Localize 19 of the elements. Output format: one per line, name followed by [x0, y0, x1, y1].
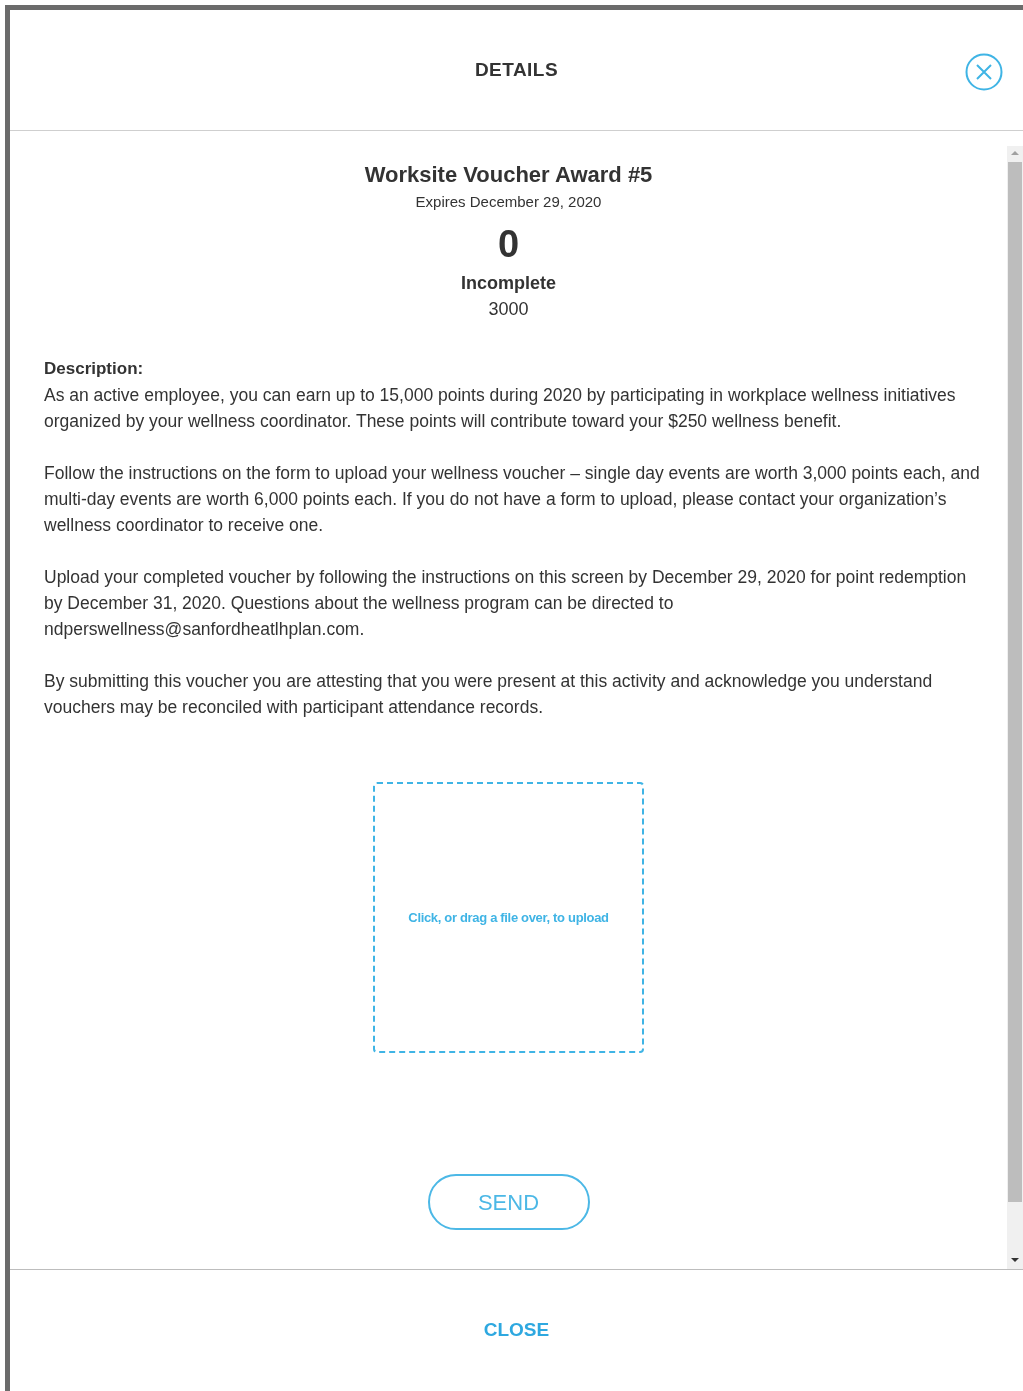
description-paragraph: Upload your completed voucher by following the instructions on this screen by December 29, 2020 for point redemption by December 31, 2020. Questions about the wellness program can be directed to ndperswellness@sanfordheatlhplan.com.	[44, 566, 968, 641]
award-title: Worksite Voucher Award #5	[364, 161, 653, 189]
description-paragraph: Follow the instructions on the form to upload your wellness voucher – single day events are worth 3,000 points each, and multi-day events are worth 6,000 points each. If you do not have a form to upload, please contact your organization’s wellness coordinator to receive one.	[44, 462, 981, 537]
dialog-title: DETAILS	[474, 57, 559, 82]
scroll-up-icon[interactable]	[1010, 148, 1020, 158]
points-value: 0	[497, 222, 520, 267]
scroll-down-icon[interactable]	[1010, 1255, 1020, 1265]
description-paragraph: By submitting this voucher you are attesting that you were present at this activity and acknowledge you understand vouchers may be reconciled with participant attendance records.	[44, 670, 934, 719]
status-label: Incomplete	[461, 272, 556, 295]
description-paragraph: As an active employee, you can earn up to 15,000 points during 2020 by participating in workplace wellness initiatives organized by your wellness coordinator. These points will contribute toward your $250 wellness benefit.	[44, 384, 957, 433]
close-icon	[965, 53, 1003, 91]
expiry-date: Expires December 29, 2020	[415, 192, 602, 212]
upload-dropzone[interactable]: Click, or drag a file over, to upload	[373, 782, 644, 1053]
scrollbar[interactable]	[1007, 146, 1023, 1269]
target-points: 3000	[488, 298, 529, 321]
description-label: Description:	[44, 358, 145, 380]
close-icon-button[interactable]	[965, 53, 1003, 91]
close-button[interactable]: CLOSE	[483, 1316, 550, 1345]
send-button[interactable]: SEND	[427, 1174, 590, 1230]
